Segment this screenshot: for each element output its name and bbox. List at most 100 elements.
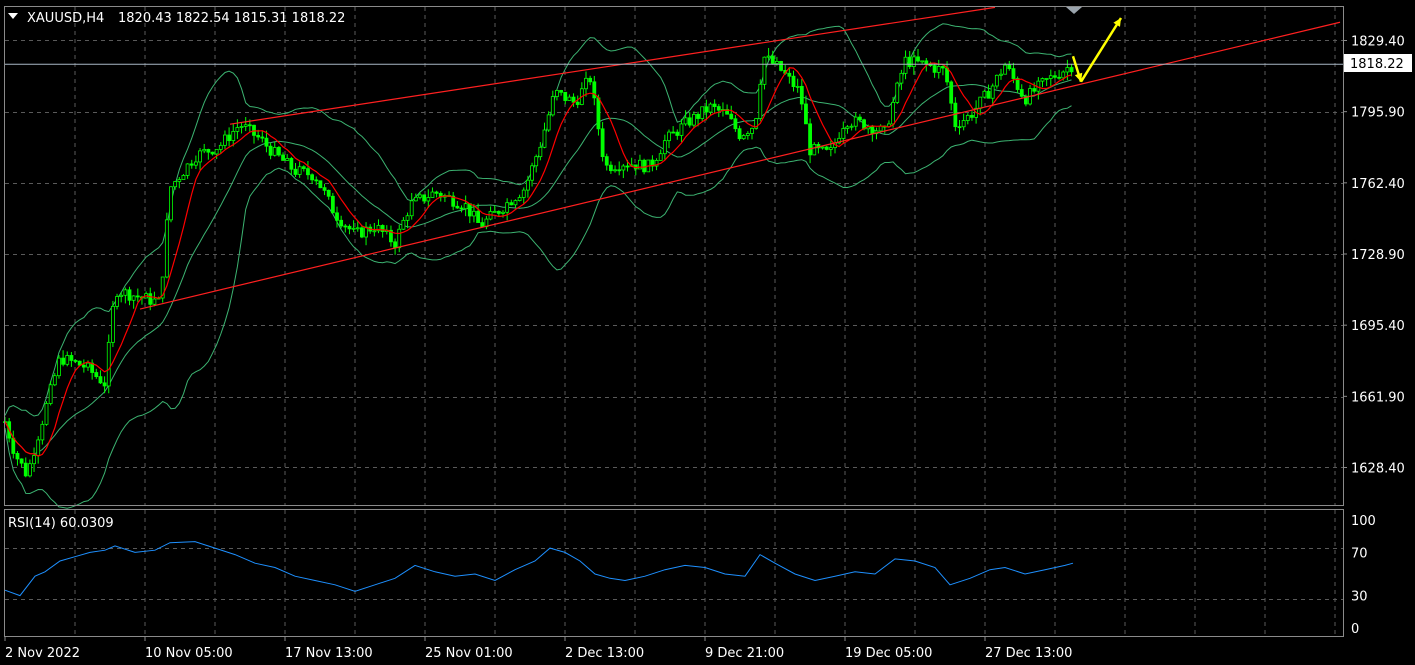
candle-body (1065, 67, 1070, 73)
candle-body (169, 186, 173, 221)
candle-body (264, 137, 269, 147)
price-tick-label: 1762.40 (1351, 177, 1405, 192)
candle-body (181, 175, 186, 180)
time-tick-label: 10 Nov 05:00 (145, 646, 233, 661)
candle-body (596, 97, 601, 130)
candle-body (683, 117, 688, 125)
candle-body (1003, 64, 1008, 75)
candle-body (907, 56, 912, 67)
rsi-label: RSI(14) 60.0309 (8, 516, 114, 531)
candle-body (247, 124, 252, 127)
candle-body (667, 131, 671, 142)
candle-body (986, 90, 991, 99)
candle-body (11, 437, 16, 454)
candle-body (409, 200, 414, 217)
candle-body (642, 159, 646, 173)
candle-body (426, 197, 431, 202)
candle-body (86, 362, 90, 368)
time-tick-label: 2 Nov 2022 (5, 646, 80, 661)
candle-body (920, 60, 925, 63)
candle-body (19, 458, 24, 464)
grid (5, 7, 1343, 636)
candle-body (57, 357, 61, 377)
channel-lower-line[interactable] (139, 21, 1341, 310)
candle-body (380, 225, 385, 232)
candle-body (310, 174, 315, 181)
candle-body (758, 83, 763, 119)
candle-body (530, 165, 534, 181)
candle-body (957, 126, 962, 129)
candle-body (1032, 88, 1037, 92)
candle-body (1007, 64, 1012, 70)
candle-body (575, 101, 580, 105)
candle-body (36, 439, 41, 456)
candle-body (372, 230, 377, 233)
candle-body (227, 134, 232, 142)
main-price-panel[interactable] (3, 6, 1344, 509)
scroll-marker-icon[interactable] (1066, 7, 1082, 14)
candle-body (1069, 67, 1074, 73)
candle-body (737, 128, 742, 140)
time-tick-label: 2 Dec 13:00 (565, 646, 644, 661)
chart-canvas[interactable]: XAUUSD,H4 1820.43 1822.54 1815.31 1818.2… (0, 0, 1415, 665)
candle-body (106, 341, 111, 387)
candle-body (152, 298, 157, 305)
price-tick-label: 1829.40 (1351, 35, 1405, 50)
price-tick-label: 1695.40 (1351, 319, 1405, 334)
candle-body (418, 194, 422, 198)
candle-body (509, 202, 514, 206)
candle-body (202, 148, 207, 152)
candle-body (766, 55, 771, 58)
candle-body (119, 294, 124, 297)
candle-body (945, 67, 949, 83)
price-tick-label: 1661.90 (1351, 390, 1405, 405)
candle-body (567, 96, 572, 101)
candle-body (812, 144, 817, 156)
rsi-panel[interactable] (4, 541, 1074, 597)
candle-body (741, 135, 746, 140)
candle-body (600, 128, 605, 158)
candle-body (949, 81, 954, 104)
candle-body (534, 156, 539, 167)
candle-body (994, 74, 999, 87)
current-price-value: 1818.22 (1350, 57, 1404, 72)
candle-body (687, 117, 692, 126)
candle-body (1053, 75, 1057, 78)
rsi-line (4, 541, 1074, 597)
candle-body (355, 227, 360, 230)
candle-body (164, 219, 169, 278)
rsi-axis: 100 70 30 0 (1351, 514, 1376, 637)
candle-body (675, 131, 680, 136)
candle-body (351, 227, 356, 230)
symbol-label: XAUUSD,H4 (27, 11, 104, 26)
candle-body (729, 113, 734, 120)
candle-body (111, 305, 115, 343)
candle-body (775, 61, 779, 64)
candle-body (40, 423, 45, 441)
candle-body (476, 210, 481, 223)
candle-body (588, 77, 593, 83)
candle-body (542, 129, 547, 148)
candle-body (692, 113, 696, 126)
candle-body (293, 168, 298, 175)
candle-body (359, 227, 364, 238)
candle-body (123, 289, 128, 296)
candle-body (102, 382, 107, 387)
price-tick-label: 1728.90 (1351, 248, 1405, 263)
candle-body (841, 128, 846, 139)
collapse-triangle-icon[interactable] (8, 13, 18, 19)
candle-body (339, 219, 344, 227)
candle-body (671, 131, 676, 134)
candle-body (44, 403, 49, 425)
candle-body (272, 147, 277, 156)
candle-body (343, 225, 348, 228)
candle-body (480, 222, 485, 228)
candle-body (131, 295, 136, 301)
candle-body (505, 202, 510, 213)
candle-body (235, 127, 240, 132)
price-tick-label: 1628.40 (1351, 462, 1405, 477)
candle-body (15, 453, 20, 460)
candle-body (231, 130, 236, 142)
arrow-shaft[interactable] (1079, 17, 1123, 83)
candle-body (98, 376, 103, 384)
